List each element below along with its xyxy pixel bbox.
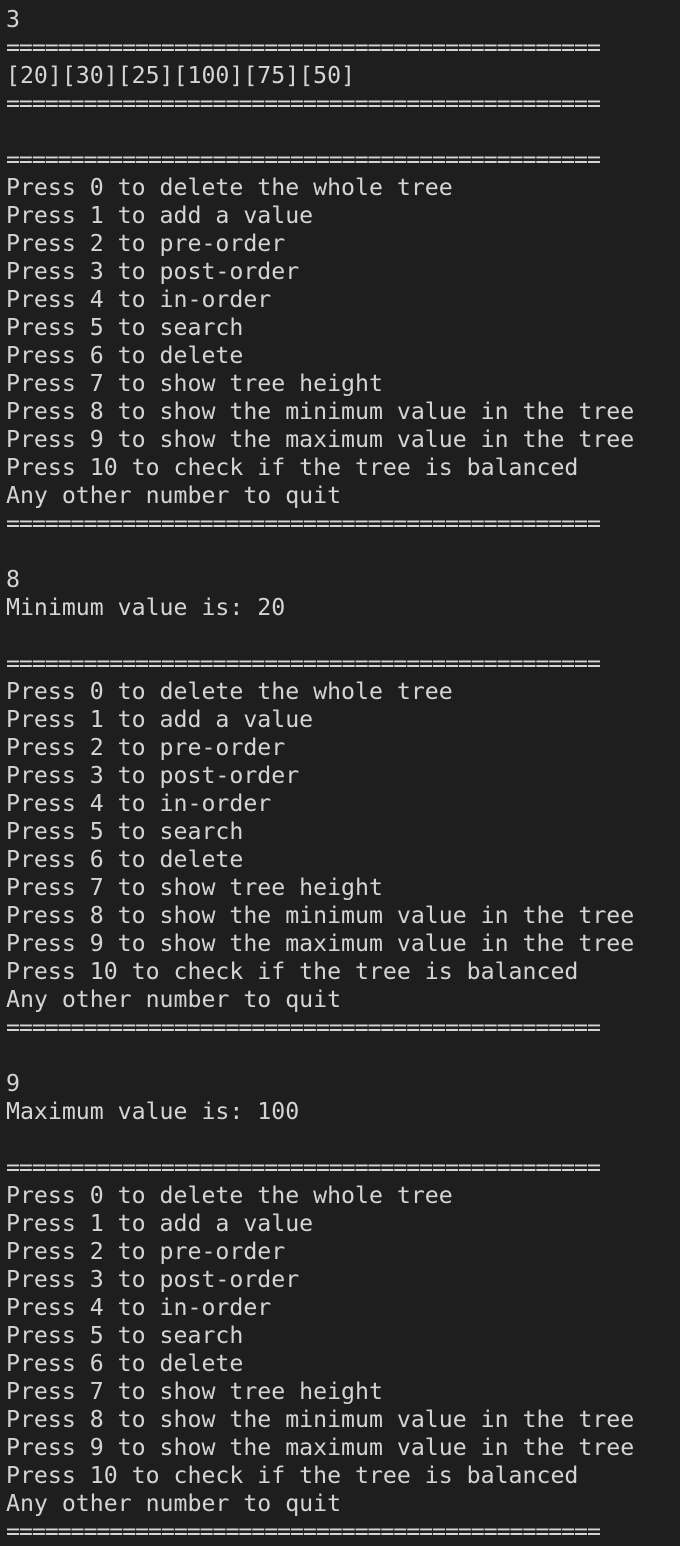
- menu-option-line: Press 8 to show the minimum value in the…: [6, 398, 635, 425]
- menu-option-line: Press 2 to pre-order: [6, 230, 286, 257]
- menu-option-line: Press 8 to show the minimum value in the…: [6, 1406, 635, 1433]
- menu-option-line: Press 9 to show the maximum value in the…: [6, 930, 635, 957]
- menu-option-line: Press 7 to show tree height: [6, 1378, 383, 1405]
- menu-option-line: Any other number to quit: [6, 986, 342, 1013]
- menu-option-line: Press 0 to delete the whole tree: [6, 1182, 453, 1209]
- user-input-line: 9: [6, 1070, 20, 1097]
- terminal-output: 3 =======================================…: [0, 0, 680, 1545]
- output-line: Minimum value is: 20: [6, 594, 286, 621]
- menu-option-line: Press 1 to add a value: [6, 202, 314, 229]
- separator-line: ========================================…: [6, 510, 601, 537]
- menu-option-line: Any other number to quit: [6, 1490, 342, 1517]
- separator-line: ========================================…: [6, 1014, 601, 1041]
- menu-option-line: Press 9 to show the maximum value in the…: [6, 1434, 635, 1461]
- output-line: [20][30][25][100][75][50]: [6, 62, 356, 89]
- menu-option-line: Press 7 to show tree height: [6, 874, 383, 901]
- menu-option-line: Press 2 to pre-order: [6, 734, 286, 761]
- menu-option-line: Press 10 to check if the tree is balance…: [6, 1462, 579, 1489]
- menu-option-line: Press 3 to post-order: [6, 258, 300, 285]
- menu-option-line: Press 7 to show tree height: [6, 370, 383, 397]
- menu-option-line: Press 8 to show the minimum value in the…: [6, 902, 635, 929]
- user-input-line: 3: [6, 6, 20, 33]
- menu-option-line: Press 3 to post-order: [6, 1266, 300, 1293]
- menu-option-line: Press 6 to delete: [6, 1350, 244, 1377]
- separator-line: ========================================…: [6, 34, 601, 61]
- menu-option-line: Press 5 to search: [6, 1322, 244, 1349]
- menu-option-line: Press 6 to delete: [6, 342, 244, 369]
- menu-option-line: Press 0 to delete the whole tree: [6, 678, 453, 705]
- menu-option-line: Press 6 to delete: [6, 846, 244, 873]
- menu-option-line: Press 4 to in-order: [6, 1294, 272, 1321]
- separator-line: ========================================…: [6, 90, 601, 117]
- menu-option-line: Press 9 to show the maximum value in the…: [6, 426, 635, 453]
- menu-option-line: Press 10 to check if the tree is balance…: [6, 454, 579, 481]
- menu-option-line: Press 5 to search: [6, 314, 244, 341]
- menu-option-line: Press 2 to pre-order: [6, 1238, 286, 1265]
- menu-option-line: Press 5 to search: [6, 818, 244, 845]
- user-input-line: 8: [6, 566, 20, 593]
- menu-option-line: Press 4 to in-order: [6, 790, 272, 817]
- menu-option-line: Press 3 to post-order: [6, 762, 300, 789]
- menu-option-line: Press 4 to in-order: [6, 286, 272, 313]
- separator-line: ========================================…: [6, 146, 601, 173]
- menu-option-line: Press 10 to check if the tree is balance…: [6, 958, 579, 985]
- separator-line: ========================================…: [6, 1518, 601, 1545]
- separator-line: ========================================…: [6, 650, 601, 677]
- menu-option-line: Any other number to quit: [6, 482, 342, 509]
- separator-line: ========================================…: [6, 1154, 601, 1181]
- output-line: Maximum value is: 100: [6, 1098, 300, 1125]
- menu-option-line: Press 1 to add a value: [6, 1210, 314, 1237]
- menu-option-line: Press 0 to delete the whole tree: [6, 174, 453, 201]
- menu-option-line: Press 1 to add a value: [6, 706, 314, 733]
